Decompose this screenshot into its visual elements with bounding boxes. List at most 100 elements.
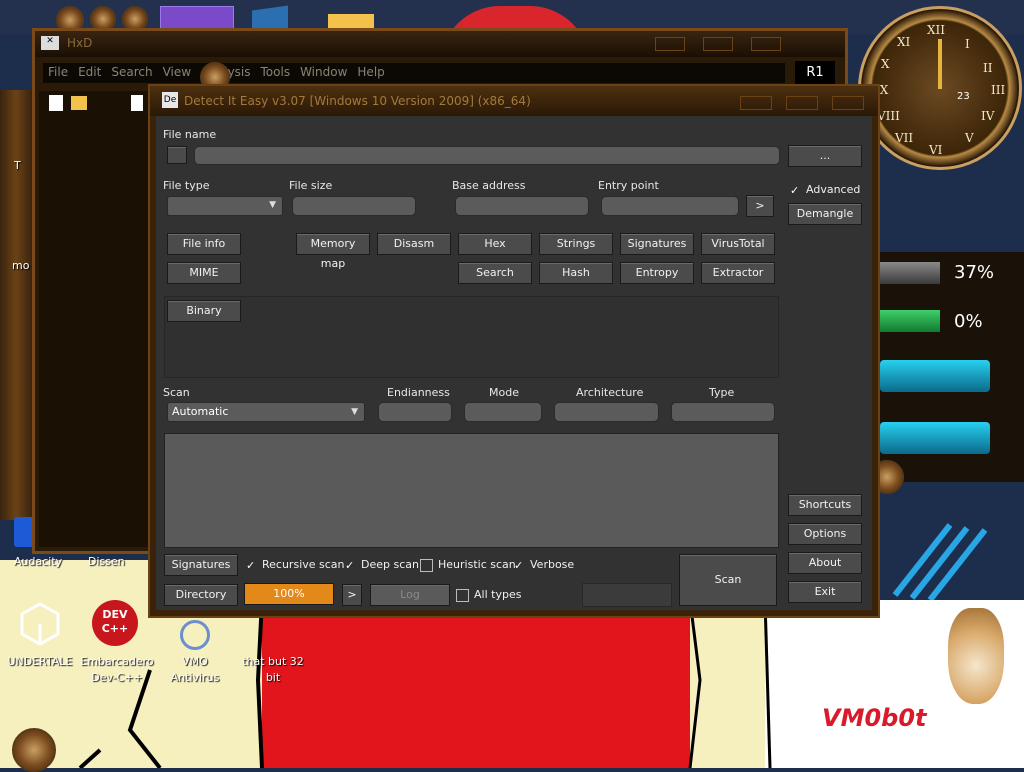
hxd-menu-edit[interactable]: Edit — [78, 65, 101, 79]
clock-hand — [938, 39, 942, 89]
heuristic-scan-checkbox[interactable]: Heuristic scan — [420, 558, 516, 572]
hxd-menu-search[interactable]: Search — [111, 65, 152, 79]
recursive-scan-checkbox[interactable]: ✓ Recursive scan — [246, 558, 345, 572]
hamster-image — [948, 608, 1004, 704]
memory-map-button[interactable]: Memory map — [296, 233, 370, 270]
strings-button[interactable]: Strings — [539, 233, 613, 255]
advanced-checkbox-label: Advanced — [806, 183, 861, 196]
die-window[interactable]: De Detect It Easy v3.07 [Windows 10 Vers… — [148, 84, 880, 618]
signatures-top-button[interactable]: Signatures — [620, 233, 694, 255]
file-info-button[interactable]: File info — [167, 233, 241, 255]
file-size-field[interactable] — [292, 196, 416, 216]
mode-label: Mode — [489, 386, 519, 399]
check-icon: ✓ — [345, 558, 355, 572]
scan-mode-select[interactable]: Automatic ▼ — [167, 402, 365, 422]
binary-panel — [164, 296, 779, 378]
audacity-label[interactable]: Audacity — [14, 554, 62, 570]
browse-button[interactable]: ... — [788, 145, 862, 167]
cpu-gauge-value: 37% — [954, 262, 995, 283]
status-field — [582, 583, 672, 607]
clock-date: 23 — [957, 91, 970, 102]
unity-icon[interactable] — [20, 602, 60, 646]
hxd-app-icon: ✕ — [41, 36, 59, 50]
recent-files-button[interactable] — [167, 146, 187, 164]
die-titlebar[interactable]: De Detect It Easy v3.07 [Windows 10 Vers… — [150, 86, 878, 116]
advanced-checkbox[interactable]: ✓ Advanced — [790, 183, 860, 197]
checkbox-empty-icon — [456, 588, 469, 602]
clock-x: X — [881, 57, 890, 71]
die-maximize-button[interactable] — [786, 96, 818, 110]
ram-gauge-bar — [880, 310, 940, 332]
clock-ii: II — [983, 61, 993, 75]
hxd-minimize-button[interactable] — [655, 37, 685, 51]
all-types-checkbox[interactable]: All types — [456, 588, 521, 602]
dissen-label[interactable]: Dissen — [88, 554, 125, 570]
vmo-label[interactable]: VMO Antivirus — [162, 654, 228, 686]
undertale-label[interactable]: UNDERTALE — [2, 654, 78, 670]
vmo-antivirus-icon[interactable] — [180, 620, 210, 650]
endianness-field[interactable] — [378, 402, 452, 422]
hex-button[interactable]: Hex — [458, 233, 532, 255]
hxd-maximize-button[interactable] — [703, 37, 733, 51]
hxd-titlebar[interactable]: ✕ HxD — [35, 31, 845, 57]
scan-results-area[interactable] — [164, 433, 779, 548]
entry-point-field[interactable] — [601, 196, 739, 216]
thatbut-label[interactable]: that but 32 bit — [238, 654, 308, 686]
binary-button[interactable]: Binary — [167, 300, 241, 322]
type-field[interactable] — [671, 402, 775, 422]
file-type-select[interactable]: ▼ — [167, 196, 283, 216]
all-types-label: All types — [474, 588, 522, 601]
hash-button[interactable]: Hash — [539, 262, 613, 284]
hxd-menu-help[interactable]: Help — [357, 65, 384, 79]
shortcuts-button[interactable]: Shortcuts — [788, 494, 862, 516]
demangle-button[interactable]: Demangle — [788, 203, 862, 225]
hxd-menu-window[interactable]: Window — [300, 65, 347, 79]
deep-scan-checkbox[interactable]: ✓ Deep scan — [345, 558, 419, 572]
hxd-menu-file[interactable]: File — [48, 65, 68, 79]
devcpp-label[interactable]: Embarcadero Dev-C++ — [78, 654, 156, 686]
clock-vi: VI — [929, 143, 943, 157]
options-button[interactable]: Options — [788, 523, 862, 545]
entry-point-go-button[interactable]: > — [746, 195, 774, 217]
die-close-button[interactable] — [832, 96, 864, 110]
devcpp-icon[interactable]: DEV C++ — [92, 600, 138, 646]
hxd-menubar: FileEditSearchViewAnalysisToolsWindowHel… — [43, 63, 785, 83]
new-file-icon[interactable] — [49, 95, 63, 111]
signatures-button[interactable]: Signatures — [164, 554, 238, 576]
hxd-close-button[interactable] — [751, 37, 781, 51]
directory-button[interactable]: Directory — [164, 584, 238, 606]
scan-button[interactable]: Scan — [679, 554, 777, 606]
log-button[interactable]: Log — [370, 584, 450, 606]
blue-tubes-decoration — [890, 520, 1010, 602]
extractor-button[interactable]: Extractor — [701, 262, 775, 284]
mode-field[interactable] — [464, 402, 542, 422]
disasm-button[interactable]: Disasm — [377, 233, 451, 255]
exit-button[interactable]: Exit — [788, 581, 862, 603]
desktop-label-mo: mo — [12, 259, 30, 272]
virustotal-button[interactable]: VirusTotal — [701, 233, 775, 255]
mime-button[interactable]: MIME — [167, 262, 241, 284]
verbose-checkbox[interactable]: ✓ Verbose — [514, 558, 574, 572]
verbose-label: Verbose — [530, 558, 575, 571]
chevron-down-icon: ▼ — [351, 407, 358, 417]
net-gauge-tube — [880, 422, 990, 454]
disk-gauge-tube — [880, 360, 990, 392]
about-button[interactable]: About — [788, 552, 862, 574]
hxd-menu-tools[interactable]: Tools — [261, 65, 291, 79]
check-icon: ✓ — [514, 558, 524, 572]
clock-iii: III — [991, 83, 1006, 97]
entropy-button[interactable]: Entropy — [620, 262, 694, 284]
progress-next-button[interactable]: > — [342, 584, 362, 606]
search-button[interactable]: Search — [458, 262, 532, 284]
progress-bar: 100% — [244, 583, 334, 605]
page-icon[interactable] — [131, 95, 143, 111]
hxd-title: HxD — [67, 36, 93, 50]
file-name-input[interactable] — [194, 146, 780, 165]
open-folder-icon[interactable] — [71, 96, 87, 110]
hxd-menu-view[interactable]: View — [163, 65, 191, 79]
architecture-field[interactable] — [554, 402, 659, 422]
type-label: Type — [709, 386, 735, 399]
base-address-field[interactable] — [455, 196, 589, 216]
die-minimize-button[interactable] — [740, 96, 772, 110]
cpu-gauge-bar — [880, 262, 940, 284]
